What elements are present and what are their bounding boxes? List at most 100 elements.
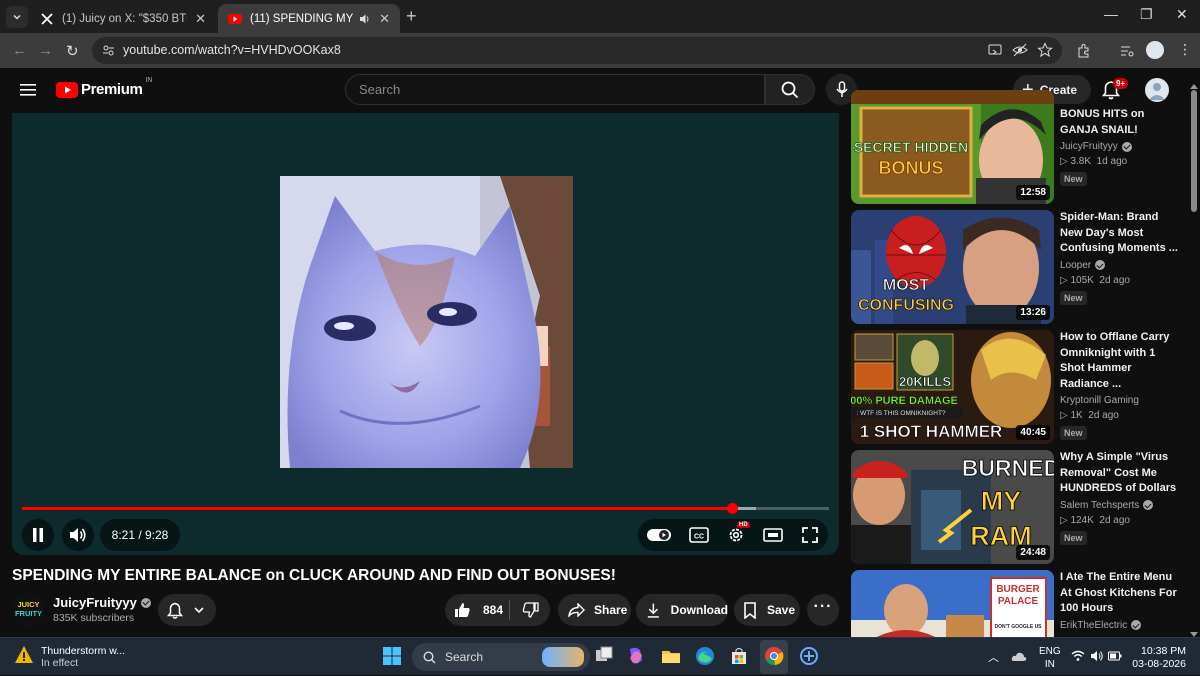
recommended-title[interactable]: Spider-Man: Brand New Day's Most Confusi… [1060, 210, 1182, 257]
taskbar-search[interactable]: Search [412, 643, 590, 671]
browser-tab-x[interactable]: (1) Juicy on X: "$350 BTC GIVEAW ✕ [30, 4, 216, 33]
scrubber-handle[interactable] [727, 503, 739, 514]
save-button[interactable]: Save [734, 594, 800, 626]
recommended-channel[interactable]: Kryptonill Gaming [1060, 395, 1182, 406]
restore-icon[interactable]: ❐ [1140, 6, 1153, 23]
volume-button[interactable] [62, 519, 94, 551]
channel-avatar[interactable]: JUICY FRUITY [12, 593, 45, 626]
download-button[interactable]: Download [636, 594, 728, 626]
video-thumbnail[interactable]: SECRET HIDDEN BONUS 12:58 [851, 90, 1054, 204]
browser-tab-strip: (1) Juicy on X: "$350 BTC GIVEAW ✕ (11) … [0, 0, 1200, 33]
recommended-channel[interactable]: ErikTheElectric [1060, 620, 1181, 631]
like-dislike-group: 884 [445, 594, 550, 626]
volume-icon[interactable] [1090, 650, 1104, 662]
recommended-title[interactable]: How to Offlane Carry Omniknight with 1 S… [1060, 330, 1182, 392]
chrome-menu-icon[interactable]: ⋮ [1178, 41, 1192, 58]
share-button[interactable]: Share [558, 594, 631, 626]
close-window-icon[interactable]: ✕ [1176, 6, 1188, 23]
channel-text: Looper [1060, 259, 1092, 271]
language-line-1: ENG [1039, 646, 1061, 657]
search-input[interactable] [346, 75, 764, 104]
file-explorer-icon[interactable] [661, 646, 681, 666]
scrollbar-thumb[interactable] [1191, 90, 1197, 212]
thumb-text-3: : WTF IS THIS OMNIKNIGHT? [856, 410, 945, 417]
recommended-title[interactable]: BONUS HITS on GANJA SNAIL! [1060, 107, 1182, 138]
menu-icon[interactable] [20, 83, 36, 97]
youtube-premium-logo[interactable]: Premium IN [56, 77, 152, 98]
recommended-title[interactable]: I Ate The Entire Menu At Ghost Kitchens … [1060, 570, 1181, 617]
fullscreen-icon[interactable] [801, 526, 819, 544]
autoplay-toggle-icon[interactable] [647, 528, 671, 542]
share-label: Share [594, 603, 628, 617]
battery-icon[interactable] [1108, 650, 1122, 662]
video-frame-cat [280, 176, 573, 468]
site-settings-icon[interactable] [102, 44, 115, 57]
channel-name[interactable]: JuicyFruityyy [53, 595, 151, 610]
bookmark-star-icon[interactable] [1037, 42, 1053, 58]
language-indicator[interactable]: ENG IN [1039, 645, 1061, 671]
windows-start-icon[interactable] [382, 646, 402, 666]
back-icon[interactable]: ← [12, 42, 27, 59]
task-view-icon[interactable] [594, 646, 614, 666]
x-logo-icon [41, 12, 53, 25]
theater-mode-icon[interactable] [763, 527, 783, 543]
search-icon [781, 81, 799, 98]
played-bar [22, 507, 733, 510]
recommended-channel[interactable]: Looper [1060, 260, 1182, 271]
video-thumbnail[interactable]: MOST CONFUSING 13:26 [851, 210, 1054, 324]
edge-icon[interactable] [695, 646, 715, 666]
clock-time: 10:38 PM [1141, 645, 1186, 657]
reload-icon[interactable]: ↻ [66, 42, 79, 60]
speaker-icon[interactable] [359, 13, 371, 25]
extensions-icon[interactable] [1076, 43, 1092, 59]
address-bar[interactable]: youtube.com/watch?v=HVHDvOOKax8 [92, 37, 1062, 64]
scroll-up-arrow-icon[interactable] [1190, 84, 1198, 89]
chevron-down-icon [194, 607, 204, 614]
thumb-text-2: PALACE [998, 596, 1039, 607]
volume-icon [70, 528, 86, 542]
pause-button[interactable] [22, 519, 54, 551]
app-icon[interactable] [799, 646, 819, 666]
close-tab-icon[interactable]: ✕ [379, 11, 390, 27]
chrome-icon[interactable] [764, 646, 784, 666]
cast-icon[interactable] [987, 42, 1003, 58]
minimize-icon[interactable]: — [1104, 6, 1118, 22]
dislike-button[interactable] [510, 594, 550, 626]
more-actions-button[interactable]: ··· [807, 594, 839, 626]
video-player[interactable]: 8:21 / 9:28 CC HD [12, 113, 839, 555]
profile-avatar[interactable] [1146, 41, 1164, 59]
like-button[interactable]: 884 [445, 594, 509, 626]
recommended-title[interactable]: Why A Simple "Virus Removal" Cost Me HUN… [1060, 450, 1182, 497]
cat-video-image [280, 176, 573, 468]
browser-tab-youtube[interactable]: (11) SPENDING MY ENTIRE ✕ [218, 4, 400, 33]
progress-bar[interactable] [22, 503, 829, 514]
subscribed-button[interactable] [158, 594, 216, 626]
forward-icon[interactable]: → [38, 42, 53, 59]
close-tab-icon[interactable]: ✕ [195, 11, 206, 27]
recommended-channel[interactable]: Salem Techsperts [1060, 500, 1182, 511]
recommended-video[interactable]: BURGER PALACE DON'T GOOGLE US I Ate The … [851, 570, 1181, 637]
wifi-icon[interactable] [1071, 650, 1085, 662]
video-thumbnail[interactable]: BURGER PALACE DON'T GOOGLE US [851, 570, 1054, 637]
tab-search-button[interactable] [6, 6, 28, 28]
video-thumbnail[interactable]: 20KILLS 100% PURE DAMAGE : WTF IS THIS O… [851, 330, 1054, 444]
captions-icon[interactable]: CC [689, 527, 709, 543]
account-avatar[interactable] [1145, 78, 1169, 102]
eye-slash-icon[interactable] [1012, 42, 1028, 58]
channel-logo-image: JUICYFRUITY [12, 593, 45, 626]
age: 2d ago [1099, 274, 1130, 286]
weather-widget[interactable]: Thunderstorm w... In effect [14, 645, 125, 669]
show-hidden-icons-chevron[interactable]: ︿ [988, 649, 999, 665]
onedrive-icon[interactable] [1011, 650, 1027, 664]
video-thumbnail[interactable]: BURNED MY RAM 24:48 [851, 450, 1054, 564]
settings-button[interactable]: HD [727, 522, 750, 544]
copilot-icon[interactable] [626, 646, 646, 666]
page-scrollbar[interactable] [1188, 84, 1200, 637]
store-icon[interactable] [729, 646, 749, 666]
recommended-channel[interactable]: JuicyFruityyy [1060, 141, 1182, 152]
media-controls-icon[interactable] [1119, 43, 1135, 59]
svg-text:JUICY: JUICY [17, 600, 39, 609]
new-tab-button[interactable]: + [406, 6, 417, 27]
system-clock[interactable]: 10:38 PM 03-08-2026 [1126, 645, 1186, 671]
search-button[interactable] [765, 74, 815, 105]
